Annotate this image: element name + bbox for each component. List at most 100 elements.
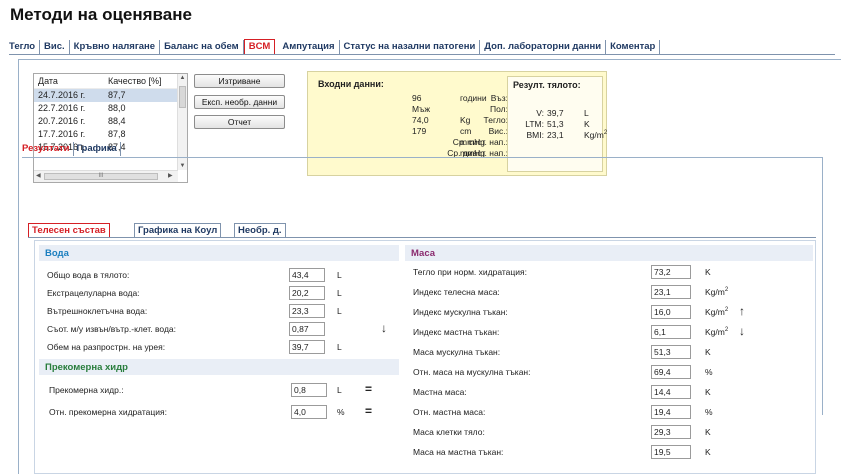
overhydration-section-title: Прекомерна хидр bbox=[45, 362, 128, 373]
scroll-left-icon[interactable]: ◀ bbox=[36, 172, 41, 179]
list-item[interactable]: 20.7.2016 г. 88,4 bbox=[34, 115, 187, 128]
scroll-right-icon[interactable]: ▶ bbox=[168, 172, 173, 179]
list-header-quality[interactable]: Качество [%] bbox=[104, 74, 176, 88]
input-data-title: Входни данни: bbox=[318, 79, 384, 89]
row-indicator: = bbox=[365, 382, 373, 396]
horizontal-scrollbar[interactable]: ◀ III ▶ bbox=[34, 170, 178, 182]
row-label: Маса на мастна тъкан: bbox=[413, 447, 504, 457]
row-unit: K bbox=[705, 385, 711, 399]
row-unit-text: K bbox=[705, 347, 711, 357]
result-label: V: bbox=[536, 108, 544, 118]
delete-button[interactable]: Изтриване bbox=[194, 74, 285, 88]
row-label: Общо вода в тялото: bbox=[47, 270, 130, 280]
mass-section-title: Маса bbox=[411, 248, 435, 259]
mass-row: Индекс мускулна тъкан: 16,0 Kg/m2 ↑ bbox=[413, 305, 813, 319]
vertical-scrollbar[interactable]: ▲ ▼ bbox=[177, 74, 187, 170]
row-unit-sup: 2 bbox=[724, 327, 729, 334]
tab-height[interactable]: Вис. bbox=[40, 40, 70, 54]
report-button[interactable]: Отчет bbox=[194, 115, 285, 129]
tab-results[interactable]: Резултати bbox=[22, 142, 74, 156]
water-row: Съот. м/у извън/вътр.-клет. вода: 0,87 ↓ bbox=[47, 322, 397, 336]
row-label: Отн. мастна маса: bbox=[413, 407, 486, 417]
tab-weight[interactable]: Тегло bbox=[9, 40, 41, 54]
list-item-date: 20.7.2016 г. bbox=[38, 116, 86, 126]
row-unit-text: K bbox=[705, 427, 711, 437]
row-unit: K bbox=[705, 445, 711, 459]
body-composition-content: Вода Общо вода в тялото: 43,4 L Екстраце… bbox=[34, 240, 816, 474]
overhydration-row: Прекомерна хидр.: 0,8 L = bbox=[49, 383, 399, 397]
mass-row: Индекс телесна маса: 23,1 Kg/m2 bbox=[413, 285, 813, 299]
input-unit: Kg bbox=[460, 115, 471, 125]
overhydration-row: Отн. прекомерна хидратация: 4,0 % = bbox=[49, 405, 399, 419]
row-unit-sup: 2 bbox=[724, 307, 729, 314]
row-unit: K bbox=[705, 425, 711, 439]
row-unit-text: Kg/m bbox=[705, 327, 725, 337]
measurement-list[interactable]: Дата Качество [%] 24.7.2016 г. 87,7 22.7… bbox=[33, 73, 188, 183]
subtabs-divider bbox=[22, 157, 823, 158]
mass-row: Мастна маса: 14,4 K bbox=[413, 385, 813, 399]
row-unit-text: K bbox=[705, 387, 711, 397]
page-title: Методи на оценяване bbox=[10, 5, 192, 24]
water-section-header bbox=[39, 245, 399, 261]
result-subtabs: Резултати Графика bbox=[22, 142, 121, 156]
input-unit: mmHg bbox=[460, 137, 486, 147]
row-unit-text: % bbox=[705, 367, 713, 377]
subtabs-right-border bbox=[822, 157, 823, 415]
row-value: 73,2 bbox=[651, 265, 691, 279]
mass-row: Маса клетки тяло: 29,3 K bbox=[413, 425, 813, 439]
scroll-thumb-horizontal[interactable]: III bbox=[44, 173, 158, 180]
list-item[interactable]: 24.7.2016 г. 87,7 bbox=[34, 89, 187, 102]
row-unit: L bbox=[337, 385, 342, 395]
row-value: 39,7 bbox=[289, 340, 325, 354]
list-item[interactable]: 17.7.2016 г. 87,8 bbox=[34, 128, 187, 141]
list-item[interactable]: 22.7.2016 г. 88,0 bbox=[34, 102, 187, 115]
list-item-quality: 87,8 bbox=[108, 129, 126, 139]
row-unit-text: Kg/m bbox=[705, 307, 725, 317]
tab-bcm[interactable]: BCM bbox=[243, 39, 276, 54]
water-row: Вътрешноклетъчна вода: 23,3 L bbox=[47, 304, 397, 318]
tab-graphics[interactable]: Графика bbox=[74, 142, 121, 156]
tab-raw-data[interactable]: Необр. д. bbox=[234, 223, 286, 237]
row-unit-text: K bbox=[705, 267, 711, 277]
water-row: Обем на разпрострн. на урея: 39,7 L bbox=[47, 340, 397, 354]
input-value: 96 bbox=[412, 93, 422, 103]
tab-comment[interactable]: Коментар bbox=[606, 40, 661, 54]
mass-row: Тегло при норм. хидратация: 73,2 K bbox=[413, 265, 813, 279]
tab-amputation[interactable]: Ампутация bbox=[278, 40, 340, 54]
tab-body-composition[interactable]: Телесен състав bbox=[28, 223, 110, 237]
result-value: 51,3 bbox=[547, 119, 564, 129]
row-unit-text: K bbox=[705, 447, 711, 457]
input-value: 74,0 bbox=[412, 115, 429, 125]
scroll-thumb[interactable] bbox=[179, 86, 186, 108]
row-label: Индекс мастна тъкан: bbox=[413, 327, 500, 337]
scroll-up-icon[interactable]: ▲ bbox=[178, 75, 187, 81]
row-label: Индекс мускулна тъкан: bbox=[413, 307, 508, 317]
result-value: 39,7 bbox=[547, 108, 564, 118]
row-unit: Kg/m2 bbox=[705, 325, 728, 339]
row-value: 19,5 bbox=[651, 445, 691, 459]
mass-row: Индекс мастна тъкан: 6,1 Kg/m2 ↓ bbox=[413, 325, 813, 339]
tab-lab-data[interactable]: Доп. лабораторни данни bbox=[480, 40, 607, 54]
list-header: Дата Качество [%] bbox=[34, 74, 187, 89]
row-unit: % bbox=[705, 405, 713, 419]
mass-row: Маса на мастна тъкан: 19,5 K bbox=[413, 445, 813, 459]
list-item-quality: 88,4 bbox=[108, 116, 126, 126]
scroll-down-icon[interactable]: ▼ bbox=[178, 163, 187, 169]
list-header-date[interactable]: Дата bbox=[34, 74, 104, 88]
tab-volume-balance[interactable]: Баланс на обем bbox=[160, 40, 244, 54]
tab-cole-plot[interactable]: Графика на Коул bbox=[134, 223, 222, 237]
row-label: Отн. прекомерна хидратация: bbox=[49, 407, 167, 417]
row-indicator: ↓ bbox=[739, 324, 745, 338]
result-label: BMI: bbox=[526, 130, 544, 140]
result-unit-sup: 2 bbox=[603, 130, 608, 137]
row-unit: L bbox=[337, 288, 342, 298]
row-unit: % bbox=[337, 407, 345, 417]
list-item-date: 24.7.2016 г. bbox=[38, 90, 86, 100]
tab-blood-pressure[interactable]: Кръвно налягане bbox=[70, 40, 161, 54]
mass-row: Маса мускулна тъкан: 51,3 K bbox=[413, 345, 813, 359]
tab-nasal-pathogens[interactable]: Статус на назални патогени bbox=[340, 40, 481, 54]
result-unit-text: Kg/m bbox=[584, 130, 604, 140]
row-label: Тегло при норм. хидратация: bbox=[413, 267, 527, 277]
export-raw-data-button[interactable]: Експ. необр. данни bbox=[194, 95, 285, 109]
row-unit: Kg/m2 bbox=[705, 285, 728, 299]
